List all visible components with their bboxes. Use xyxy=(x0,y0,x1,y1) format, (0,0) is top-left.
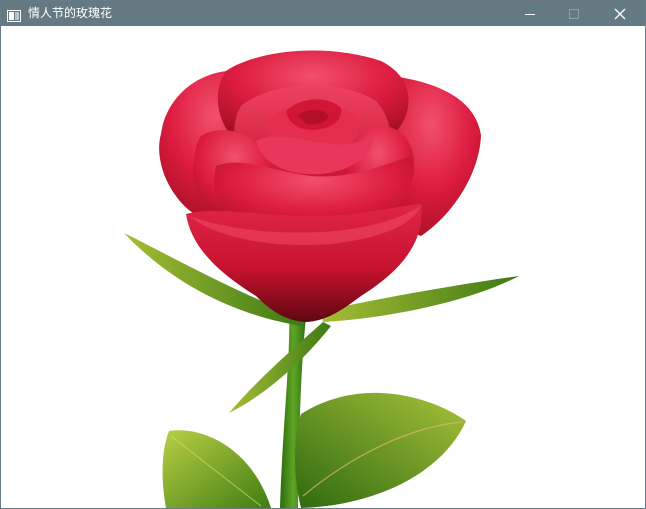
maximize-icon xyxy=(569,8,579,19)
sepal-lower xyxy=(229,322,331,413)
close-button[interactable] xyxy=(598,1,642,26)
window-title: 情人节的玫瑰花 xyxy=(28,6,113,20)
title-bar[interactable]: 情人节的玫瑰花 xyxy=(1,1,645,26)
leaf-right xyxy=(295,392,466,508)
app-window: 情人节的玫瑰花 xyxy=(0,0,646,509)
minimize-icon xyxy=(525,13,535,15)
close-icon xyxy=(614,8,626,19)
rose-illustration xyxy=(124,50,519,508)
maximize-button[interactable] xyxy=(552,1,596,26)
drawing-canvas xyxy=(1,26,645,508)
minimize-button[interactable] xyxy=(508,1,552,26)
app-window-icon xyxy=(7,7,21,22)
leaf-left xyxy=(162,430,271,508)
